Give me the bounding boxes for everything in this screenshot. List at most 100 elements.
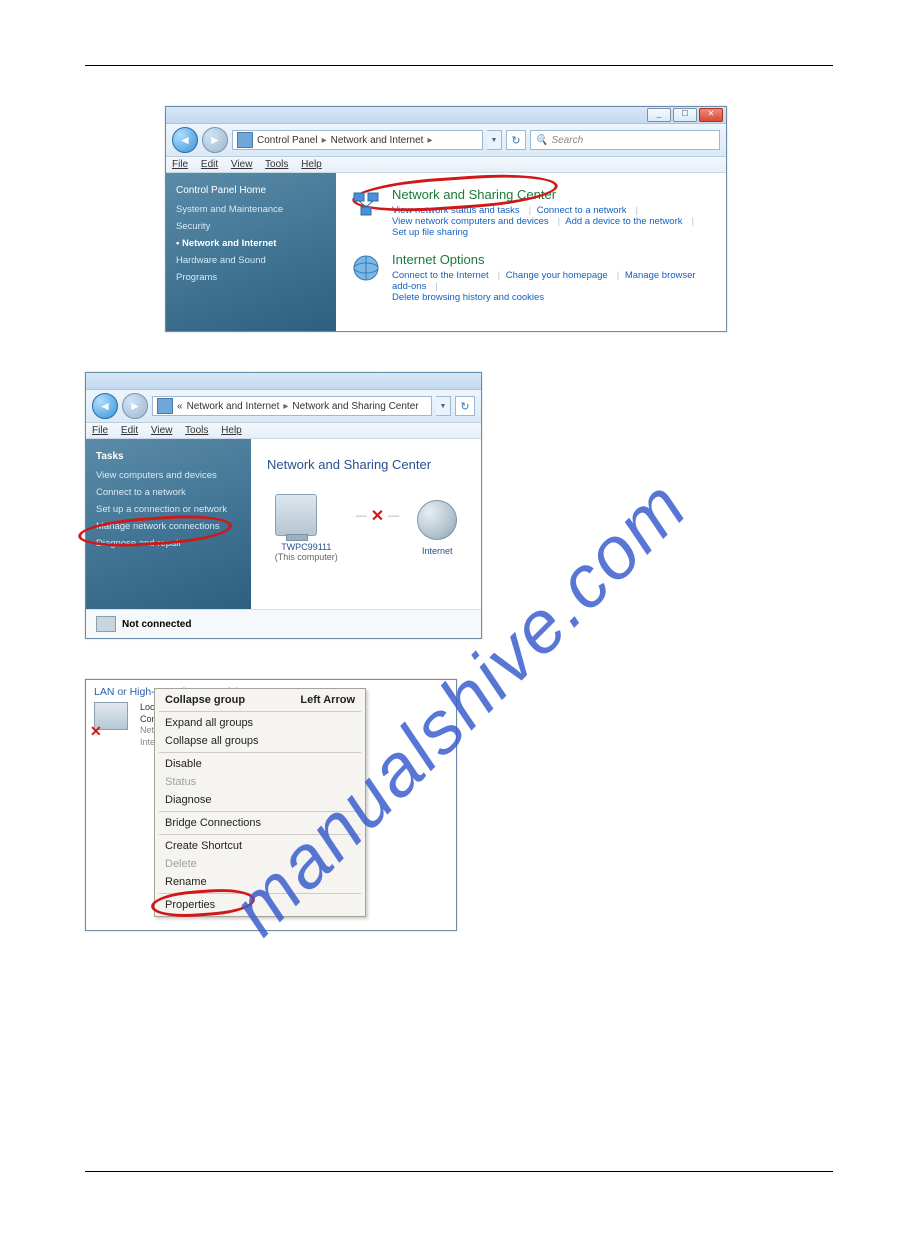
close-button[interactable]: ✕ xyxy=(699,108,723,122)
window-network-sharing-center: ◄ ► « Network and Internet ▸ Network and… xyxy=(85,372,482,639)
nav-toolbar: ◄ ► « Network and Internet ▸ Network and… xyxy=(86,390,481,423)
sidebar-item-manage-connections[interactable]: Manage network connections xyxy=(96,521,241,532)
search-icon: 🔍 xyxy=(535,135,547,146)
maximize-button[interactable]: ☐ xyxy=(673,108,697,122)
back-button[interactable]: ◄ xyxy=(172,127,198,153)
title-bar: _ ☐ ✕ xyxy=(166,107,726,124)
menu-collapse-all[interactable]: Collapse all groups xyxy=(155,732,365,750)
menu-diagnose[interactable]: Diagnose xyxy=(155,791,365,809)
sidebar-item-view-computers[interactable]: View computers and devices xyxy=(96,470,241,481)
sidebar-home[interactable]: Control Panel Home xyxy=(176,185,326,196)
internet-options-icon xyxy=(350,252,382,284)
menu-edit[interactable]: Edit xyxy=(121,425,138,436)
link-delete-history[interactable]: Delete browsing history and cookies xyxy=(392,292,544,303)
forward-button[interactable]: ► xyxy=(202,127,228,153)
address-dropdown[interactable]: ▼ xyxy=(436,396,451,416)
menu-file[interactable]: File xyxy=(92,425,108,436)
forward-button[interactable]: ► xyxy=(122,393,148,419)
menu-tools[interactable]: Tools xyxy=(265,159,288,170)
menu-view[interactable]: View xyxy=(151,425,173,436)
page-title: Network and Sharing Center xyxy=(267,457,465,472)
refresh-button[interactable]: ↻ xyxy=(455,396,475,416)
menu-expand-all[interactable]: Expand all groups xyxy=(155,714,365,732)
breadcrumb-item[interactable]: Network and Internet xyxy=(331,135,424,146)
menu-rename[interactable]: Rename xyxy=(155,873,365,891)
menu-status: Status xyxy=(155,773,365,791)
link-view-status[interactable]: View network status and tasks xyxy=(392,205,520,216)
title-bar xyxy=(86,373,481,390)
menu-edit[interactable]: Edit xyxy=(201,159,218,170)
window-network-connections: LAN or High-Speed Internet (1) ✕ Local C… xyxy=(85,679,457,931)
context-menu: Collapse group Left Arrow Expand all gro… xyxy=(154,688,366,917)
shortcut-label: Left Arrow xyxy=(300,694,355,706)
menu-bar: File Edit View Tools Help xyxy=(86,423,481,439)
menu-bridge[interactable]: Bridge Connections xyxy=(155,814,365,832)
computer-name: TWPC99111 xyxy=(275,542,338,552)
breadcrumb-item[interactable]: Network and Sharing Center xyxy=(292,401,418,412)
main-pane: Network and Sharing Center View network … xyxy=(336,173,726,331)
network-sharing-icon xyxy=(350,187,382,219)
refresh-button[interactable]: ↻ xyxy=(506,130,526,150)
menu-view[interactable]: View xyxy=(231,159,253,170)
breadcrumb-item[interactable]: Network and Internet xyxy=(187,401,280,412)
section-links: View network computers and devices| Add … xyxy=(392,216,712,238)
menu-delete: Delete xyxy=(155,855,365,873)
breadcrumb-item[interactable]: Control Panel xyxy=(257,135,318,146)
computer-icon xyxy=(275,494,317,536)
sidebar-item-programs[interactable]: Programs xyxy=(176,272,326,283)
menu-tools[interactable]: Tools xyxy=(185,425,208,436)
sidebar-item-network[interactable]: Network and Internet xyxy=(176,238,326,249)
sidebar-item-system[interactable]: System and Maintenance xyxy=(176,204,326,215)
disconnected-icon: ✕ xyxy=(371,506,384,526)
section-links: View network status and tasks| Connect t… xyxy=(392,205,712,216)
menu-disable[interactable]: Disable xyxy=(155,755,365,773)
link-file-sharing[interactable]: Set up file sharing xyxy=(392,227,468,238)
error-icon: ✕ xyxy=(90,723,102,740)
location-icon xyxy=(157,398,173,414)
link-add-device[interactable]: Add a device to the network xyxy=(565,216,682,227)
search-input[interactable]: 🔍 Search xyxy=(530,130,720,150)
computer-small-icon xyxy=(96,616,116,632)
not-connected-label: Not connected xyxy=(122,619,191,630)
sidebar-item-connect[interactable]: Connect to a network xyxy=(96,487,241,498)
section-links: Connect to the Internet| Change your hom… xyxy=(392,270,712,292)
status-bar: Not connected xyxy=(86,609,481,638)
internet-icon xyxy=(417,500,457,540)
menu-help[interactable]: Help xyxy=(221,425,242,436)
computer-sublabel: (This computer) xyxy=(275,552,338,562)
minimize-button[interactable]: _ xyxy=(647,108,671,122)
sidebar-nav: Control Panel Home System and Maintenanc… xyxy=(166,173,336,331)
network-map: TWPC99111 (This computer) — ✕ — Internet xyxy=(267,494,465,562)
breadcrumb-separator: ▸ xyxy=(322,135,327,146)
sidebar-tasks: Tasks View computers and devices Connect… xyxy=(86,439,251,609)
menu-help[interactable]: Help xyxy=(301,159,322,170)
menu-bar: File Edit View Tools Help xyxy=(166,157,726,173)
section-links: Delete browsing history and cookies xyxy=(392,292,712,303)
menu-file[interactable]: File xyxy=(172,159,188,170)
link-change-homepage[interactable]: Change your homepage xyxy=(506,270,608,281)
address-bar[interactable]: Control Panel ▸ Network and Internet ▸ xyxy=(232,130,483,150)
address-dropdown[interactable]: ▼ xyxy=(487,130,502,150)
link-view-computers[interactable]: View network computers and devices xyxy=(392,216,549,227)
nav-toolbar: ◄ ► Control Panel ▸ Network and Internet… xyxy=(166,124,726,157)
sidebar-item-hardware[interactable]: Hardware and Sound xyxy=(176,255,326,266)
section-title-internet-options[interactable]: Internet Options xyxy=(392,252,712,267)
sidebar-heading: Tasks xyxy=(96,451,241,462)
internet-label: Internet xyxy=(417,546,457,556)
breadcrumb-separator: ▸ xyxy=(427,135,432,146)
section-title-network-sharing[interactable]: Network and Sharing Center xyxy=(392,187,712,202)
link-connect-network[interactable]: Connect to a network xyxy=(537,205,627,216)
sidebar-item-diagnose[interactable]: Diagnose and repair xyxy=(96,538,241,549)
back-button[interactable]: ◄ xyxy=(92,393,118,419)
menu-create-shortcut[interactable]: Create Shortcut xyxy=(155,837,365,855)
breadcrumb-prefix: « xyxy=(177,401,183,412)
location-icon xyxy=(237,132,253,148)
menu-collapse-group[interactable]: Collapse group Left Arrow xyxy=(155,691,365,709)
menu-properties[interactable]: Properties xyxy=(155,896,365,914)
main-pane: Network and Sharing Center TWPC99111 (Th… xyxy=(251,439,481,609)
link-connect-internet[interactable]: Connect to the Internet xyxy=(392,270,489,281)
sidebar-item-setup-connection[interactable]: Set up a connection or network xyxy=(96,504,241,515)
address-bar[interactable]: « Network and Internet ▸ Network and Sha… xyxy=(152,396,432,416)
sidebar-item-security[interactable]: Security xyxy=(176,221,326,232)
window-control-panel: _ ☐ ✕ ◄ ► Control Panel ▸ Network and In… xyxy=(165,106,727,332)
